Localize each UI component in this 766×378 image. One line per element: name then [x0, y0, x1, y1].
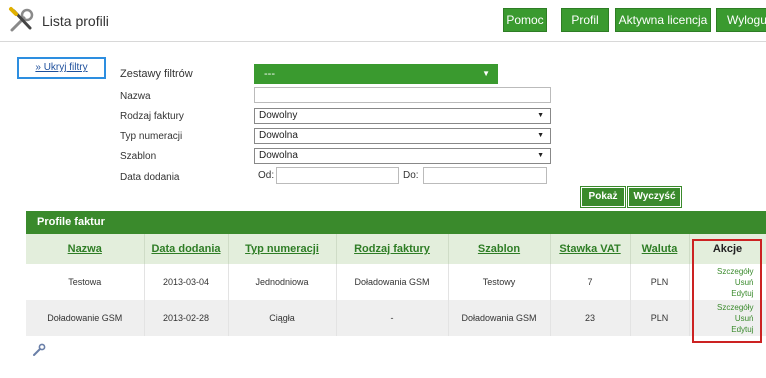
filter-sets-value: ---: [264, 68, 275, 80]
cell-numbering-type: Jednodniowa: [228, 264, 337, 300]
help-button[interactable]: Pomoc: [503, 8, 547, 32]
profile-button[interactable]: Profil: [561, 8, 609, 32]
dropdown-arrow-icon: ▼: [537, 152, 544, 159]
date-added-label: Data dodania: [120, 172, 180, 183]
active-license-button[interactable]: Aktywna licencja: [615, 8, 711, 32]
date-to-label: Do:: [403, 170, 419, 181]
invoice-type-label: Rodzaj faktury: [120, 111, 184, 122]
table-title: Profile faktur: [26, 211, 766, 234]
template-select[interactable]: Dowolna ▼: [254, 148, 551, 164]
date-from-label: Od:: [258, 170, 275, 181]
dropdown-arrow-icon: ▼: [537, 112, 544, 119]
cell-date-added: 2013-02-28: [144, 300, 229, 336]
col-header-name[interactable]: Nazwa: [26, 234, 145, 264]
logout-button[interactable]: Wyloguj: [716, 8, 766, 32]
name-label: Nazwa: [120, 91, 151, 102]
filter-sets-label: Zestawy filtrów: [120, 68, 193, 80]
table-row: Testowa 2013-03-04 Jednodniowa Doładowan…: [26, 264, 766, 300]
cell-name: Doładowanie GSM: [26, 300, 145, 336]
hide-filters-link[interactable]: » Ukryj filtry: [35, 62, 87, 73]
delete-link[interactable]: Usuń: [690, 277, 754, 288]
wrench-icon[interactable]: [32, 343, 46, 357]
col-header-vat-rate[interactable]: Stawka VAT: [550, 234, 631, 264]
col-header-invoice-type[interactable]: Rodzaj faktury: [336, 234, 449, 264]
edit-link[interactable]: Edytuj: [690, 324, 753, 335]
profiles-table: Nazwa Data dodania Typ numeracji Rodzaj …: [26, 234, 766, 336]
cell-template: Doładowania GSM: [448, 300, 551, 336]
col-header-actions: Akcje: [689, 234, 766, 264]
cell-actions: Szczegóły Usuń Edytuj: [689, 300, 766, 336]
dropdown-arrow-icon: ▼: [537, 132, 544, 139]
template-label: Szablon: [120, 151, 157, 162]
cell-currency: PLN: [630, 300, 690, 336]
col-header-currency[interactable]: Waluta: [630, 234, 690, 264]
tools-icon: [9, 7, 34, 32]
date-to-input[interactable]: [423, 167, 547, 184]
name-input[interactable]: [254, 87, 551, 103]
show-button[interactable]: Pokaż: [580, 186, 626, 208]
delete-link[interactable]: Usuń: [690, 313, 754, 324]
details-link[interactable]: Szczegóły: [690, 266, 753, 277]
cell-name: Testowa: [26, 264, 145, 300]
col-header-template[interactable]: Szablon: [448, 234, 551, 264]
cell-vat-rate: 23: [550, 300, 631, 336]
invoice-type-value: Dowolny: [259, 110, 298, 121]
invoice-type-select[interactable]: Dowolny ▼: [254, 108, 551, 124]
col-header-numbering-type[interactable]: Typ numeracji: [228, 234, 337, 264]
numbering-type-value: Dowolna: [259, 130, 298, 141]
cell-numbering-type: Ciągła: [228, 300, 337, 336]
cell-invoice-type: -: [336, 300, 449, 336]
hide-filters-box: » Ukryj filtry: [17, 57, 106, 79]
template-value: Dowolna: [259, 150, 298, 161]
col-header-date-added[interactable]: Data dodania: [144, 234, 229, 264]
header-bar: Lista profili Pomoc Profil Aktywna licen…: [0, 0, 766, 42]
edit-link[interactable]: Edytuj: [690, 288, 753, 299]
cell-actions: Szczegóły Usuń Edytuj: [689, 264, 766, 300]
numbering-type-label: Typ numeracji: [120, 131, 183, 142]
cell-date-added: 2013-03-04: [144, 264, 229, 300]
chevron-down-icon: ▼: [482, 69, 490, 78]
date-from-input[interactable]: [276, 167, 399, 184]
page-title: Lista profili: [42, 13, 109, 29]
filter-sets-select[interactable]: --- ▼: [254, 64, 498, 84]
cell-vat-rate: 7: [550, 264, 631, 300]
cell-template: Testowy: [448, 264, 551, 300]
table-row: Doładowanie GSM 2013-02-28 Ciągła - Doła…: [26, 300, 766, 336]
cell-currency: PLN: [630, 264, 690, 300]
numbering-type-select[interactable]: Dowolna ▼: [254, 128, 551, 144]
invoice-profiles-panel: Profile faktur Nazwa Data dodania Typ nu…: [26, 211, 766, 336]
details-link[interactable]: Szczegóły: [690, 302, 753, 313]
clear-button[interactable]: Wyczyść: [627, 186, 682, 208]
table-header-row: Nazwa Data dodania Typ numeracji Rodzaj …: [26, 234, 766, 264]
cell-invoice-type: Doładowania GSM: [336, 264, 449, 300]
